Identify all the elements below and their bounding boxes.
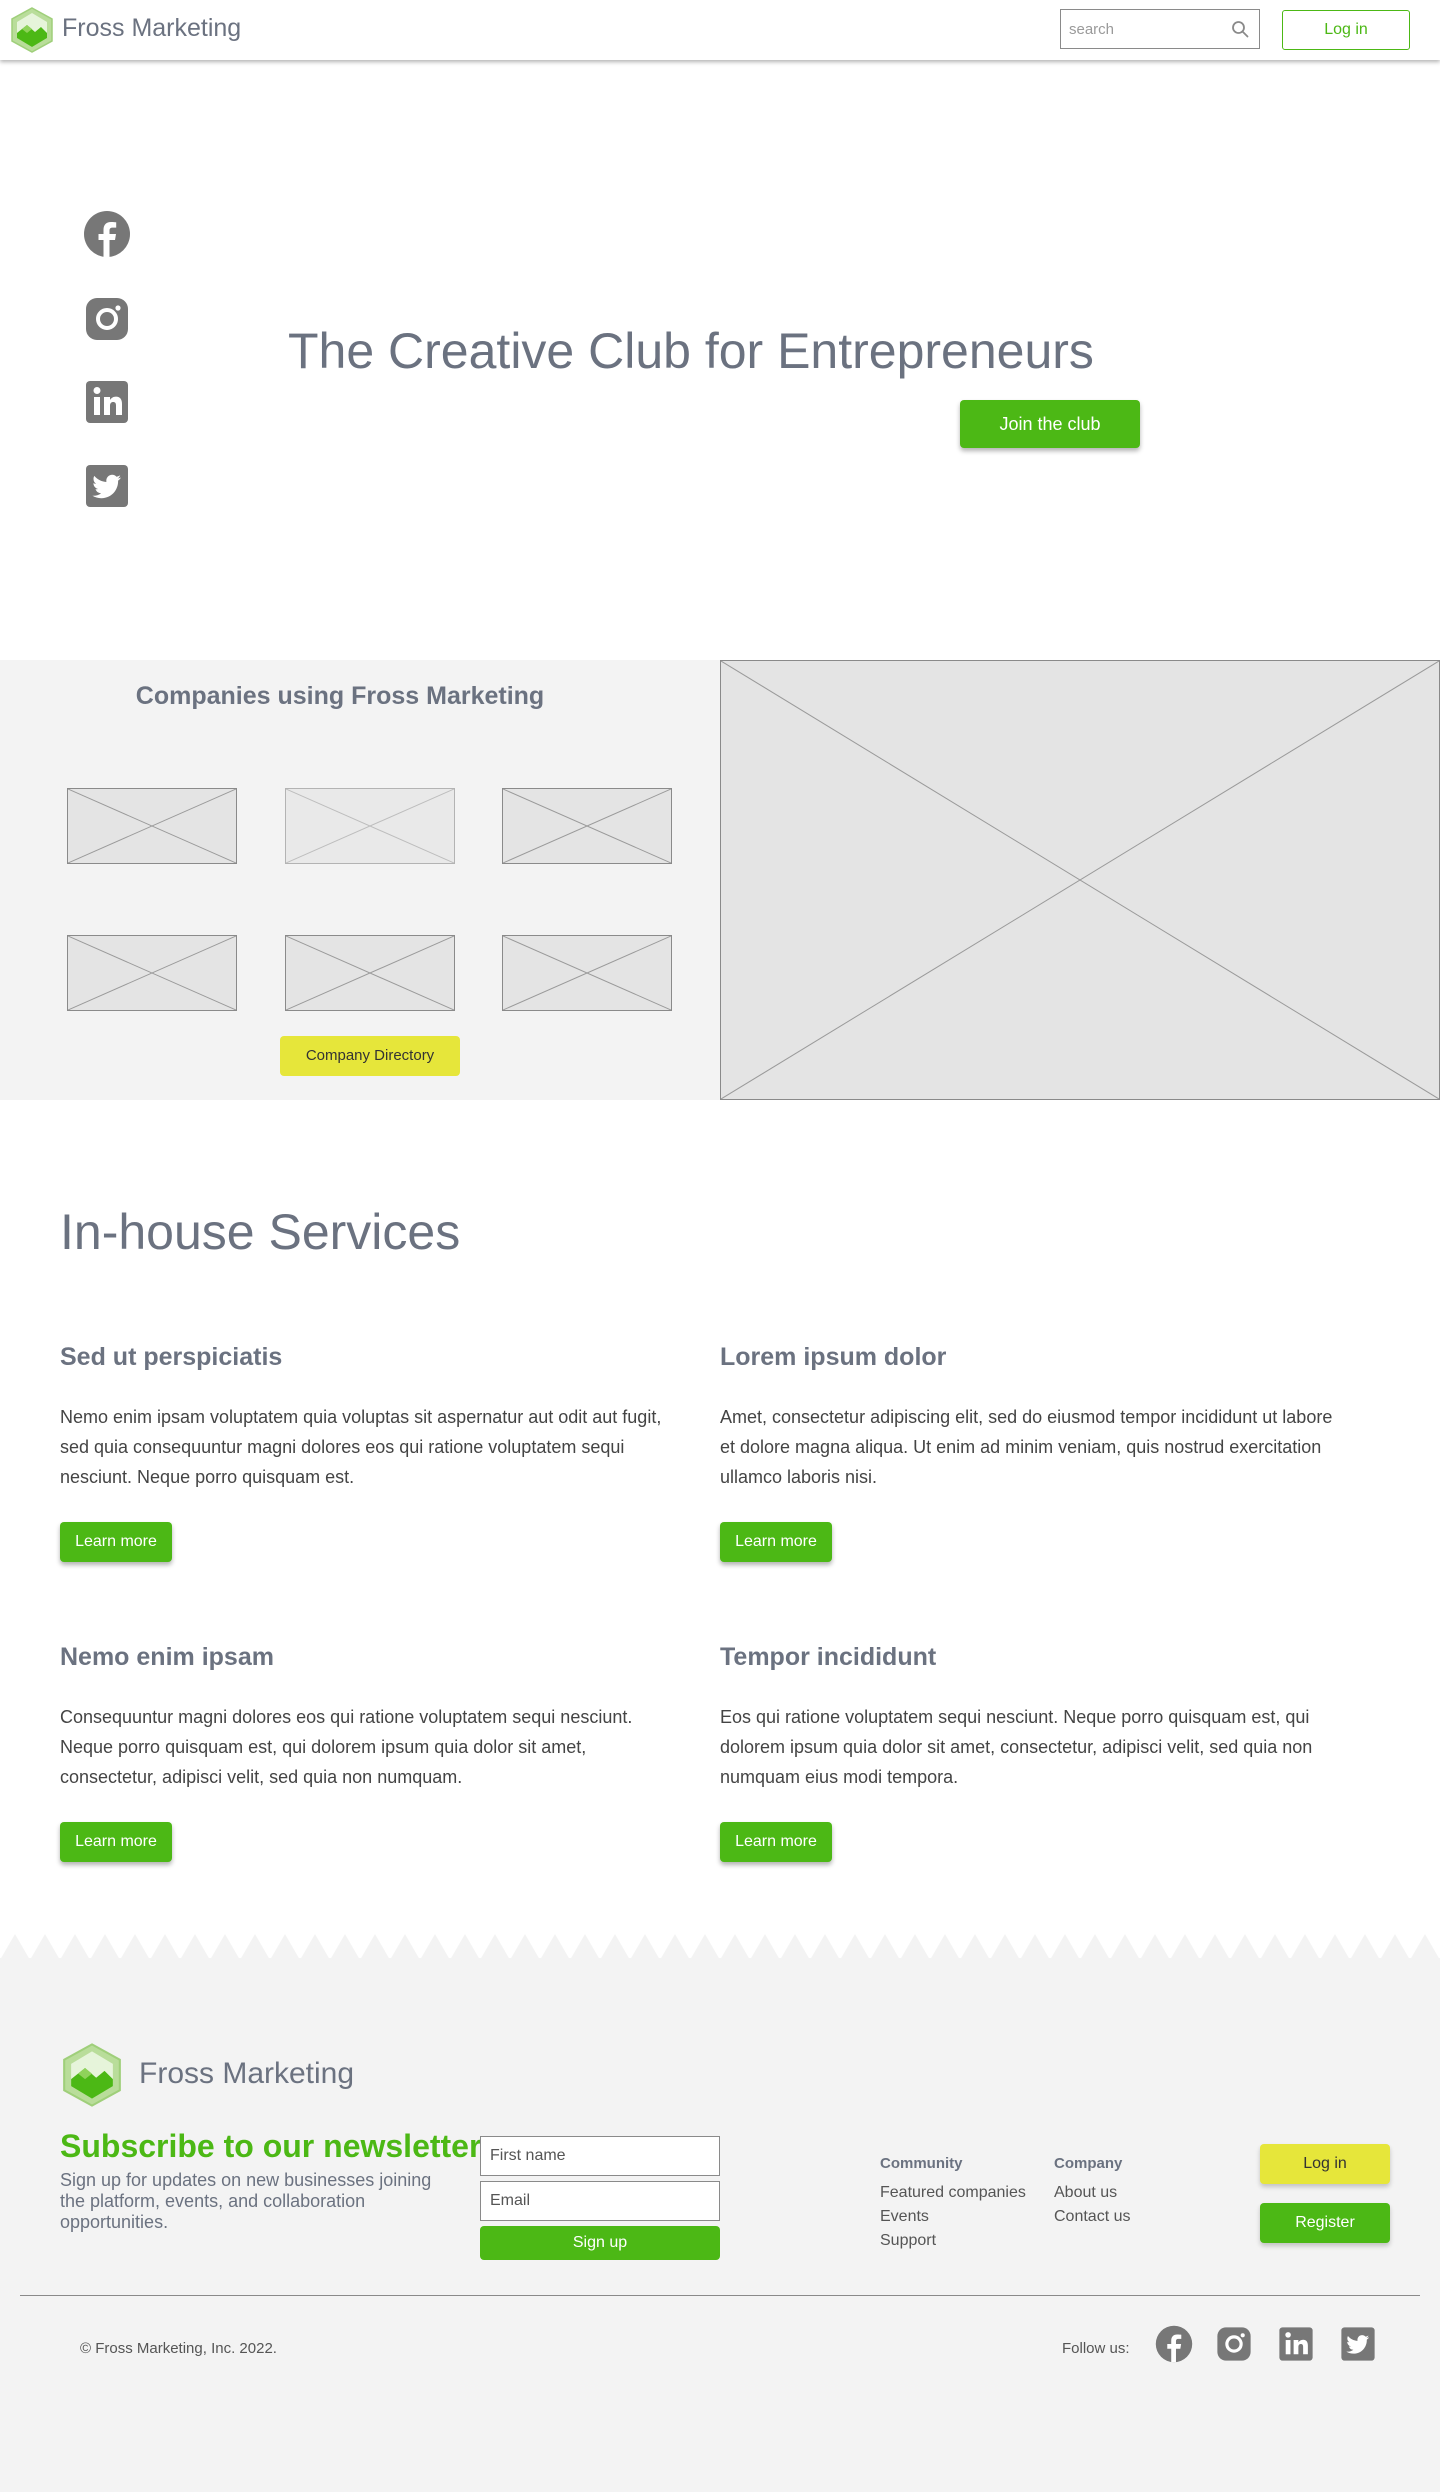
company-logo-placeholder[interactable] [285,788,455,864]
company-heading: Company [1054,2155,1123,2172]
fross-logo-icon[interactable] [10,7,54,53]
community-heading: Community [880,2155,963,2172]
services-title: In-house Services [60,1204,461,1260]
company-logo-placeholder[interactable] [67,935,237,1011]
companies-title: Companies using Fross Marketing [135,682,545,710]
twitter-icon[interactable] [83,462,131,510]
service-title: Sed ut perspiciatis [60,1343,283,1371]
companies-section: Companies using Fross Marketing Company … [0,660,720,1100]
hero-title: The Creative Club for Entrepreneurs [288,323,1094,379]
service-item: Nemo enim ipsam Consequuntur magni dolor… [60,1643,680,1792]
fross-logo-icon[interactable] [60,2043,124,2107]
footer-brand-name: Fross Marketing [139,2057,355,2090]
company-directory-button[interactable]: Company Directory [280,1036,460,1076]
learn-more-button[interactable]: Learn more [720,1822,832,1862]
service-description: Eos qui ratione voluptatem sequi nesciun… [720,1707,1313,1787]
newsletter-description: Sign up for updates on new businesses jo… [60,2170,432,2232]
footer-link-support[interactable]: Support [880,2232,936,2250]
service-title: Lorem ipsum dolor [720,1343,947,1371]
footer-link-featured-companies[interactable]: Featured companies [880,2184,1026,2202]
facebook-icon[interactable] [1155,2325,1193,2363]
join-club-button[interactable]: Join the club [960,400,1140,448]
footer-link-about-us[interactable]: About us [1054,2184,1117,2202]
company-logo-placeholder[interactable] [502,935,672,1011]
company-logo-placeholder[interactable] [285,935,455,1011]
linkedin-icon[interactable] [83,378,131,426]
learn-more-button[interactable]: Learn more [720,1522,832,1562]
service-title: Tempor incididunt [720,1643,937,1671]
search-box [1060,9,1260,49]
follow-us-label: Follow us: [1062,2340,1130,2357]
learn-more-button[interactable]: Learn more [60,1522,172,1562]
service-title: Nemo enim ipsam [60,1643,274,1671]
service-description: Amet, consectetur adipiscing elit, sed d… [720,1407,1333,1487]
twitter-icon[interactable] [1339,2325,1377,2363]
service-item: Tempor incididunt Eos qui ratione volupt… [720,1643,1340,1792]
footer-login-button[interactable]: Log in [1260,2144,1390,2184]
footer-link-events[interactable]: Events [880,2208,929,2226]
service-description: Nemo enim ipsam voluptatem quia voluptas… [60,1407,662,1487]
linkedin-icon[interactable] [1277,2325,1315,2363]
company-logo-placeholder[interactable] [502,788,672,864]
service-description: Consequuntur magni dolores eos qui ratio… [60,1707,633,1787]
search-icon[interactable] [1231,20,1249,38]
search-input[interactable] [1061,10,1221,48]
service-item: Sed ut perspiciatis Nemo enim ipsam volu… [60,1343,680,1492]
company-logo-placeholder[interactable] [67,788,237,864]
service-item: Lorem ipsum dolor Amet, consectetur adip… [720,1343,1340,1492]
footer-link-contact-us[interactable]: Contact us [1054,2208,1130,2226]
footer-divider [20,2295,1420,2296]
facebook-icon[interactable] [83,210,131,258]
learn-more-button[interactable]: Learn more [60,1822,172,1862]
header-brand-name[interactable]: Fross Marketing [62,14,241,43]
first-name-field[interactable] [480,2136,720,2176]
instagram-icon[interactable] [83,295,131,343]
email-field[interactable] [480,2181,720,2221]
header-login-button[interactable]: Log in [1282,10,1410,50]
site-header: Fross Marketing Log in [0,0,1440,60]
copyright-text: © Fross Marketing, Inc. 2022. [80,2340,277,2357]
signup-button[interactable]: Sign up [480,2226,720,2260]
newsletter-title: Subscribe to our newsletter [60,2128,482,2164]
instagram-icon[interactable] [1215,2325,1253,2363]
feature-image-placeholder [720,660,1440,1100]
zigzag-divider [0,1934,1440,1960]
register-button[interactable]: Register [1260,2203,1390,2243]
